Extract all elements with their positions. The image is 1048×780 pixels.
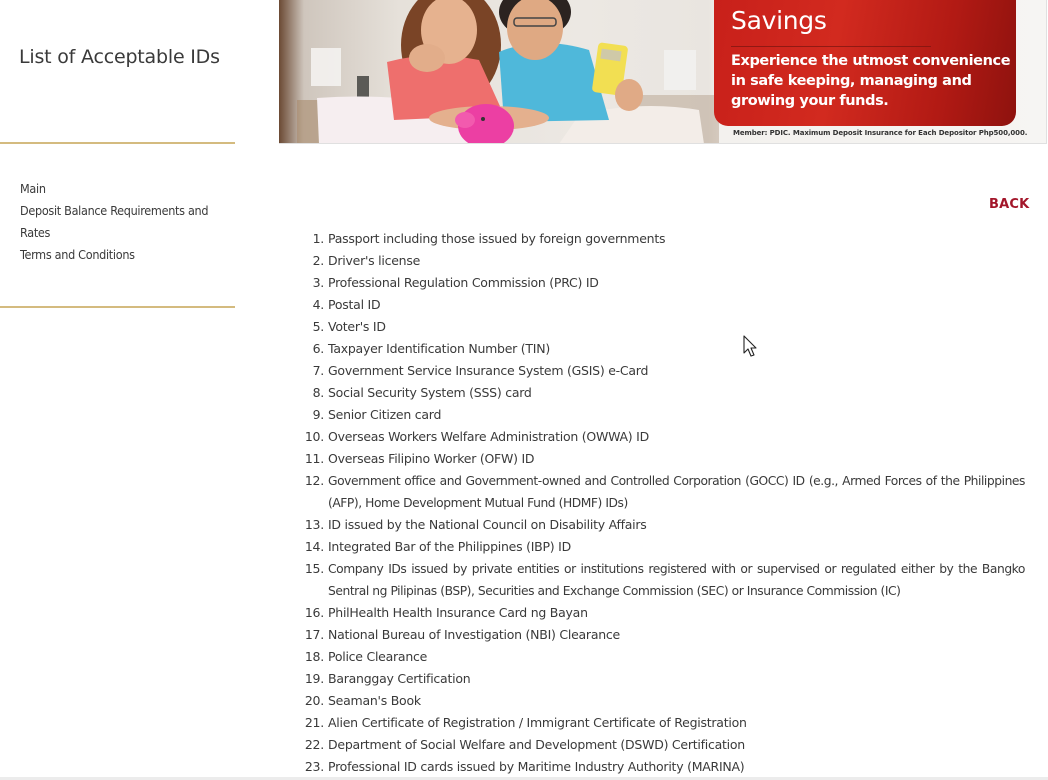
id-list-item-number: 23. (304, 759, 324, 774)
id-list-item-number: 11. (304, 451, 324, 466)
id-list-item-number: 12. (304, 473, 324, 488)
id-list-item: 20. Seaman's Book (300, 690, 1025, 712)
id-list-item-text: Passport including those issued by forei… (328, 231, 666, 246)
id-list-item-number: 10. (304, 429, 324, 444)
id-list-item: 18. Police Clearance (300, 646, 1025, 668)
id-list-item: 22. Department of Social Welfare and Deve… (300, 734, 1025, 756)
savings-banner: Savings Experience the utmost convenienc… (279, 0, 1047, 144)
back-link[interactable]: BACK (989, 197, 1029, 212)
id-list-item: 14. Integrated Bar of the Philippines (IB… (300, 536, 1025, 558)
sidebar-item-main[interactable]: Main (20, 178, 220, 200)
mouse-cursor-icon (743, 335, 757, 357)
id-list-item: 3. Professional Regulation Commission (PR… (300, 272, 1025, 294)
id-list-item-number: 9. (312, 407, 325, 422)
id-list-item-number: 13. (304, 517, 324, 532)
id-list-item-number: 4. (312, 297, 325, 312)
id-list-item: 5. Voter's ID (300, 316, 1025, 338)
id-list-item-text: Government Service Insurance System (GSI… (328, 363, 649, 378)
banner-title: Savings (731, 6, 827, 35)
id-list-item-number: 14. (304, 539, 324, 554)
id-list-item: 8. Social Security System (SSS) card (300, 382, 1025, 404)
id-list-item-number: 15. (304, 561, 324, 576)
id-list-item: 23. Professional ID cards issued by Marit… (300, 756, 1025, 778)
id-list-item-text: Postal ID (328, 297, 381, 312)
id-list-item-number: 22. (304, 737, 324, 752)
id-list-item-text: Department of Social Welfare and Develop… (328, 737, 745, 752)
id-list-item-number: 3. (312, 275, 325, 290)
sidebar-nav: Main Deposit Balance Requirements and Ra… (20, 178, 220, 266)
id-list-item-text: Integrated Bar of the Philippines (IBP) … (328, 539, 571, 554)
id-list-item: 4. Postal ID (300, 294, 1025, 316)
id-list-item-number: 2. (312, 253, 325, 268)
banner-promo-box: Savings Experience the utmost convenienc… (714, 0, 1016, 126)
id-list-item-number: 19. (304, 671, 324, 686)
id-list-item-text: PhilHealth Health Insurance Card ng Baya… (328, 605, 588, 620)
id-list-item: 12. Government office and Government-owne… (300, 470, 1026, 514)
sidebar-item-terms[interactable]: Terms and Conditions (20, 244, 220, 266)
id-list-item-text: Taxpayer Identification Number (TIN) (328, 341, 550, 356)
id-list-item-text: Social Security System (SSS) card (328, 385, 532, 400)
id-list-item-text: Overseas Filipino Worker (OFW) ID (328, 451, 535, 466)
id-list-item: 9. Senior Citizen card (300, 404, 1025, 426)
id-list-item-text: National Bureau of Investigation (NBI) C… (328, 627, 620, 642)
id-list-item: 2. Driver's license (300, 250, 1025, 272)
id-list-item: 15. Company IDs issued by private entitie… (300, 558, 1026, 602)
sidebar-divider-bottom (0, 306, 235, 308)
banner-photo-couple (297, 0, 719, 143)
id-list-item-text: Professional ID cards issued by Maritime… (328, 759, 745, 774)
sidebar: List of Acceptable IDs Main Deposit Bala… (0, 0, 235, 780)
id-list-item: 11. Overseas Filipino Worker (OFW) ID (300, 448, 1025, 470)
id-list-item-number: 21. (304, 715, 324, 730)
id-list-item-text: Driver's license (328, 253, 421, 268)
id-list-item-text: Company IDs issued by private entities o… (328, 562, 1025, 598)
id-list-item-number: 16. (304, 605, 324, 620)
id-list-item-number: 8. (312, 385, 325, 400)
sidebar-divider-top (0, 142, 235, 144)
id-list-item-text: Overseas Workers Welfare Administration … (328, 429, 649, 444)
id-list-item: 1. Passport including those issued by for… (300, 228, 1025, 250)
id-list-item-text: Seaman's Book (328, 693, 421, 708)
id-list-item-number: 17. (304, 627, 324, 642)
acceptable-ids-list: 1. Passport including those issued by for… (300, 228, 1026, 778)
id-list-item: 13. ID issued by the National Council on … (300, 514, 1025, 536)
id-list-item: 19. Baranggay Certification (300, 668, 1025, 690)
id-list-item: 6. Taxpayer Identification Number (TIN) (300, 338, 1025, 360)
sidebar-item-deposit-balance[interactable]: Deposit Balance Requirements and Rates (20, 200, 220, 244)
id-list-item: 21. Alien Certificate of Registration / I… (300, 712, 1025, 734)
id-list-item: 17. National Bureau of Investigation (NBI… (300, 624, 1025, 646)
id-list-item: 7. Government Service Insurance System (G… (300, 360, 1025, 382)
id-list-item-text: Baranggay Certification (328, 671, 471, 686)
id-list-item-text: Police Clearance (328, 649, 428, 664)
banner-disclaimer: Member: PDIC. Maximum Deposit Insurance … (733, 129, 1028, 137)
id-list-item-number: 6. (312, 341, 325, 356)
id-list-item: 16. PhilHealth Health Insurance Card ng B… (300, 602, 1025, 624)
page-title: List of Acceptable IDs (19, 46, 220, 68)
id-list-item: 10. Overseas Workers Welfare Administrati… (300, 426, 1025, 448)
banner-rule (731, 46, 931, 47)
id-list-item-text: Senior Citizen card (328, 407, 442, 422)
id-list-item-number: 20. (304, 693, 324, 708)
id-list-item-number: 1. (312, 231, 325, 246)
id-list-item-number: 5. (312, 319, 325, 334)
banner-tagline: Experience the utmost convenience in saf… (731, 53, 1011, 109)
id-list-item-text: Voter's ID (328, 319, 386, 334)
id-list-item-number: 18. (304, 649, 324, 664)
id-list-item-text: Alien Certificate of Registration / Immi… (328, 715, 747, 730)
id-list-item-text: Professional Regulation Commission (PRC)… (328, 275, 599, 290)
id-list-item-number: 7. (312, 363, 325, 378)
id-list-item-text: Government office and Government-owned a… (328, 474, 1025, 510)
id-list-item-text: ID issued by the National Council on Dis… (328, 517, 647, 532)
